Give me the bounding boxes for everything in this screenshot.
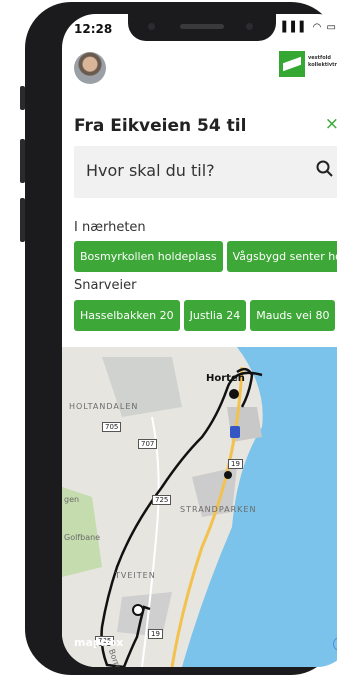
road-sign: 19 [228,459,243,469]
map-label-tveiten: TVEITEN [115,571,156,580]
map-label-holtandalen: HOLTANDALEN [69,402,139,411]
search-input[interactable]: Hvor skal du til? [74,146,337,198]
app-screen: 12:28 ▌▌▌ ◠ ▭ vestfold kollektivtrafikk … [62,14,337,667]
logo-text-line2: kollektivtrafikk [308,62,337,68]
map-label-gen: gen [64,495,80,504]
nearby-list: Bosmyrkollen holdeplass Vågsbygd senter h… [74,241,337,272]
shortcuts-heading: Snarveier [74,278,137,293]
search-icon[interactable] [316,160,334,182]
shortcut-chip[interactable]: Mauds vei 80 [250,300,336,331]
map-label-town: Horten [206,373,245,384]
notch [128,14,276,41]
camera-dot [148,23,155,30]
map-view[interactable]: Horten HOLTANDALEN STRANDPARKEN TVEITEN … [62,347,337,667]
road-sign: 707 [138,439,158,449]
mapbox-attribution[interactable]: mapbox [74,636,123,649]
phone-frame: 12:28 ▌▌▌ ◠ ▭ vestfold kollektivtrafikk … [25,2,337,675]
road-sign: 19 [148,629,163,639]
nearby-heading: I nærheten [74,220,146,235]
sensor-dot [246,23,253,30]
nearby-chip[interactable]: Bosmyrkollen holdeplass [74,241,223,272]
map-label-strandparken: STRANDPARKEN [180,505,257,514]
brand-logo: vestfold kollektivtrafikk [279,51,337,77]
close-button[interactable]: × [325,114,337,134]
status-time: 12:28 [74,22,113,36]
map-label-golfbane: Golfbane [64,533,101,542]
logo-text-line1: vestfold [308,55,331,61]
shortcut-chip[interactable]: Hasselbakken 20 [74,300,180,331]
user-avatar[interactable] [74,52,106,84]
speaker [180,24,224,29]
road-sign: 705 [102,422,122,432]
bus-stop-icon[interactable] [230,426,240,438]
road-sign: 725 [152,495,172,505]
shortcuts-list: Hasselbakken 20 Justlia 24 Mauds vei 80 [74,300,337,331]
shortcut-chip[interactable]: Justlia 24 [183,300,247,331]
search-placeholder: Hvor skal du til? [86,161,215,180]
logo-mark-icon [279,51,305,77]
nearby-chip[interactable]: Vågsbygd senter hol [226,241,337,272]
status-icons: ▌▌▌ ◠ ▭ [282,22,337,33]
logo-text: vestfold kollektivtrafikk [308,55,337,69]
page-title: Fra Eikveien 54 til [74,116,247,136]
